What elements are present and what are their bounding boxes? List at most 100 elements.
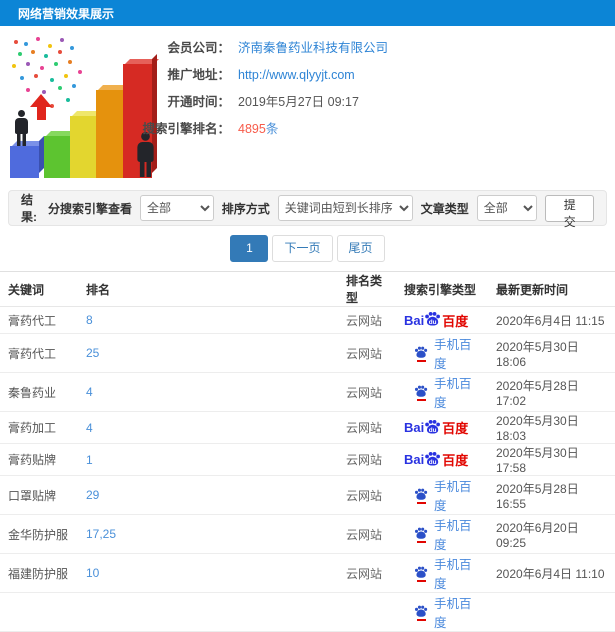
rank-type-cell: 云网站: [338, 553, 396, 593]
table-row: 膏药加工 4 云网站Baidu百度手机百度2020年5月30日 18:03: [0, 411, 615, 444]
header-rank-type: 排名类型: [338, 271, 396, 307]
rank-unit: 条: [265, 122, 279, 136]
rank-count: 4895: [238, 122, 266, 136]
page-button-1[interactable]: 1: [230, 235, 269, 262]
rank-type-cell: 云网站: [338, 333, 396, 373]
rank-type-cell: 云网站: [338, 514, 396, 554]
engine-filter-label: 分搜索引擎查看: [47, 201, 132, 216]
rank-link[interactable]: 10: [86, 566, 99, 580]
mobile-baidu-icon: 手机百度: [414, 554, 480, 592]
engine-cell: Baidu百度手机百度: [396, 553, 488, 593]
engine-cell: Baidu百度手机百度: [396, 443, 488, 476]
company-row: 会员公司： 济南秦鲁药业科技有限公司: [0, 39, 615, 57]
updated-cell: 2020年5月30日 18:06: [488, 333, 615, 373]
mobile-baidu-icon: 手机百度: [414, 476, 480, 514]
rank-cell: 4: [78, 372, 338, 412]
header-engine-type: 搜索引擎类型: [396, 271, 488, 307]
engine-rank-label: 搜索引擎排名：: [142, 122, 230, 136]
company-label: 会员公司：: [167, 41, 230, 55]
svg-text:du: du: [429, 426, 437, 433]
mobile-baidu-icon: 手机百度: [414, 334, 480, 372]
rank-type-cell: 云网站: [338, 306, 396, 334]
table-row: 福建防护服 10 云网站Baidu百度手机百度2020年6月4日 11:10: [0, 553, 615, 593]
engine-cell: Baidu百度手机百度: [396, 592, 488, 632]
table-row: Baidu百度手机百度: [0, 592, 615, 632]
engine-filter-select[interactable]: 全部: [139, 195, 214, 221]
article-type-label: 文章类型: [420, 201, 469, 216]
pagination: 1 下一页 尾页: [0, 235, 615, 262]
rank-link[interactable]: 1: [86, 453, 93, 467]
engine-rank-row: 搜索引擎排名： 4895条: [0, 120, 615, 138]
rank-cell: 29: [78, 475, 338, 515]
engine-cell: Baidu百度手机百度: [396, 372, 488, 412]
rank-type-cell: 云网站: [338, 475, 396, 515]
rank-cell: 4: [78, 411, 338, 444]
table-row: 膏药代工 8 云网站Baidu百度手机百度2020年6月4日 11:15: [0, 306, 615, 334]
keyword-cell: 膏药代工: [0, 333, 78, 373]
baidu-logo-icon: Bai du 百度: [404, 419, 469, 436]
updated-cell: 2020年6月4日 11:10: [488, 553, 615, 593]
results-label: 结果:: [21, 193, 37, 224]
rank-link[interactable]: 17,25: [86, 527, 116, 541]
sort-filter-label: 排序方式: [221, 201, 270, 216]
rank-link[interactable]: 29: [86, 488, 99, 502]
engine-cell: Baidu百度手机百度: [396, 514, 488, 554]
updated-cell: 2020年6月4日 11:15: [488, 306, 615, 334]
bar-blue: [10, 146, 39, 178]
next-page-button[interactable]: 下一页: [272, 235, 333, 262]
rank-cell: [78, 592, 338, 632]
svg-text:du: du: [429, 458, 437, 465]
table-row: 膏药贴牌 1 云网站Baidu百度手机百度2020年5月30日 17:58: [0, 443, 615, 476]
keyword-cell: [0, 592, 78, 632]
rank-cell: 8: [78, 306, 338, 334]
keyword-cell: 秦鲁药业: [0, 372, 78, 412]
rank-link[interactable]: 4: [86, 385, 93, 399]
table-row: 口罩贴牌 29 云网站Baidu百度手机百度2020年5月28日 16:55: [0, 475, 615, 515]
keyword-cell: 膏药代工: [0, 306, 78, 334]
rank-link[interactable]: 8: [86, 313, 93, 327]
promo-url-link[interactable]: http://www.qlyyjt.com: [238, 66, 355, 84]
member-info-section: 会员公司： 济南秦鲁药业科技有限公司 推广地址： http://www.qlyy…: [0, 26, 615, 184]
rank-type-cell: 云网站: [338, 411, 396, 444]
mobile-baidu-icon: 手机百度: [414, 593, 480, 631]
rank-type-cell: 云网站: [338, 443, 396, 476]
keyword-cell: 福建防护服: [0, 553, 78, 593]
open-time-row: 开通时间： 2019年5月27日 09:17: [0, 93, 615, 111]
sort-filter-select[interactable]: 关键词由短到长排序: [277, 195, 413, 221]
mobile-baidu-icon: 手机百度: [414, 515, 480, 553]
filter-bar: 结果: 分搜索引擎查看 全部 排序方式 关键词由短到长排序 文章类型 全部 提交: [8, 190, 607, 229]
filter-controls: 分搜索引擎查看 全部 排序方式 关键词由短到长排序 文章类型 全部 提交: [47, 194, 594, 229]
keyword-cell: 金华防护服: [0, 514, 78, 554]
engine-rank-value: 4895条: [238, 120, 278, 138]
keyword-cell: 膏药贴牌: [0, 443, 78, 476]
mobile-baidu-icon: 手机百度: [414, 373, 480, 411]
engine-cell: Baidu百度手机百度: [396, 475, 488, 515]
submit-button[interactable]: 提交: [545, 194, 594, 229]
keyword-cell: 膏药加工: [0, 411, 78, 444]
window-title-bar: 网络营销效果展示: [0, 0, 615, 26]
header-keyword: 关键词: [0, 271, 78, 307]
updated-cell: 2020年5月30日 18:03: [488, 411, 615, 444]
open-time-value: 2019年5月27日 09:17: [238, 95, 359, 109]
updated-cell: 2020年5月28日 17:02: [488, 372, 615, 412]
table-row: 金华防护服 17,25 云网站Baidu百度手机百度2020年6月20日 09:25: [0, 514, 615, 554]
header-rank: 排名: [78, 271, 338, 307]
engine-cell: Baidu百度手机百度: [396, 411, 488, 444]
company-link[interactable]: 济南秦鲁药业科技有限公司: [238, 39, 388, 57]
svg-text:du: du: [429, 319, 437, 326]
page-title: 网络营销效果展示: [18, 6, 115, 21]
updated-cell: 2020年5月30日 17:58: [488, 443, 615, 476]
rank-link[interactable]: 25: [86, 346, 99, 360]
last-page-button[interactable]: 尾页: [336, 235, 385, 262]
rank-link[interactable]: 4: [86, 421, 93, 435]
updated-cell: 2020年6月20日 09:25: [488, 514, 615, 554]
open-time-label: 开通时间：: [167, 95, 230, 109]
table-header-row: 关键词 排名 排名类型 搜索引擎类型 最新更新时间: [0, 271, 615, 307]
table-row: 膏药代工 25 云网站Baidu百度手机百度2020年5月30日 18:06: [0, 333, 615, 373]
updated-cell: 2020年5月28日 16:55: [488, 475, 615, 515]
keyword-rank-table: 关键词 排名 排名类型 搜索引擎类型 最新更新时间 膏药代工 8 云网站 Bai du 百…: [0, 271, 615, 632]
updated-cell: [488, 592, 615, 632]
article-type-select[interactable]: 全部: [476, 195, 538, 221]
promo-url-row: 推广地址： http://www.qlyyjt.com: [0, 66, 615, 84]
rank-cell: 10: [78, 553, 338, 593]
